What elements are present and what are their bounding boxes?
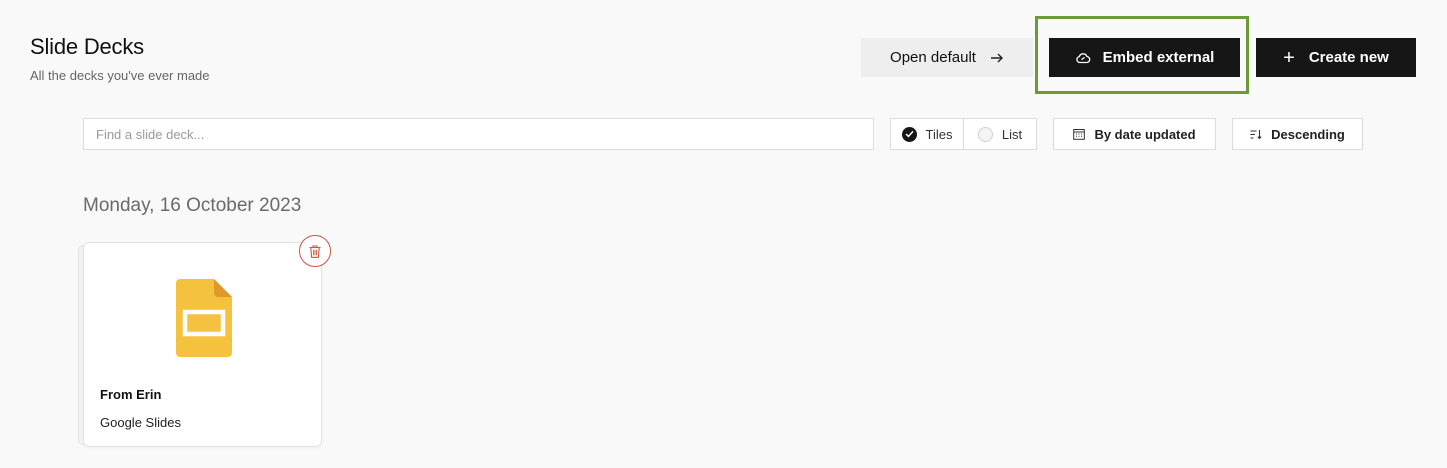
search-input[interactable] xyxy=(83,118,874,150)
open-default-button[interactable]: Open default xyxy=(861,38,1033,77)
plus-icon: + xyxy=(1283,46,1295,69)
embed-external-button[interactable]: Embed external xyxy=(1049,38,1240,77)
open-default-label: Open default xyxy=(890,49,976,66)
deck-card[interactable]: From Erin Google Slides xyxy=(83,242,322,447)
embed-external-label: Embed external xyxy=(1102,49,1215,66)
date-group-heading: Monday, 16 October 2023 xyxy=(83,195,302,216)
view-option-label: List xyxy=(1001,126,1023,142)
arrow-right-icon xyxy=(990,52,1004,64)
page-title: Slide Decks xyxy=(30,34,144,59)
sort-order-button[interactable]: Descending xyxy=(1232,118,1363,150)
create-new-button[interactable]: + Create new xyxy=(1256,38,1416,77)
view-toggle: Tiles List xyxy=(890,118,1037,150)
radio-unchecked-icon xyxy=(977,126,993,142)
radio-checked-icon xyxy=(901,126,917,142)
cloud-link-icon xyxy=(1075,52,1091,64)
deck-title: From Erin xyxy=(100,387,162,402)
calendar-icon xyxy=(1073,128,1086,140)
view-option-tiles[interactable]: Tiles xyxy=(891,119,963,149)
view-option-list[interactable]: List xyxy=(963,119,1036,149)
page-subtitle: All the decks you've ever made xyxy=(30,68,210,83)
delete-deck-button[interactable] xyxy=(299,235,331,267)
trash-icon xyxy=(309,244,321,258)
sort-by-date-button[interactable]: By date updated xyxy=(1053,118,1216,150)
deck-type: Google Slides xyxy=(100,415,181,430)
sort-descending-icon xyxy=(1250,129,1262,140)
order-label: Descending xyxy=(1271,126,1345,142)
sort-label: By date updated xyxy=(1094,126,1196,142)
view-option-label: Tiles xyxy=(925,126,953,142)
google-slides-icon xyxy=(176,279,232,362)
create-new-label: Create new xyxy=(1308,49,1389,66)
